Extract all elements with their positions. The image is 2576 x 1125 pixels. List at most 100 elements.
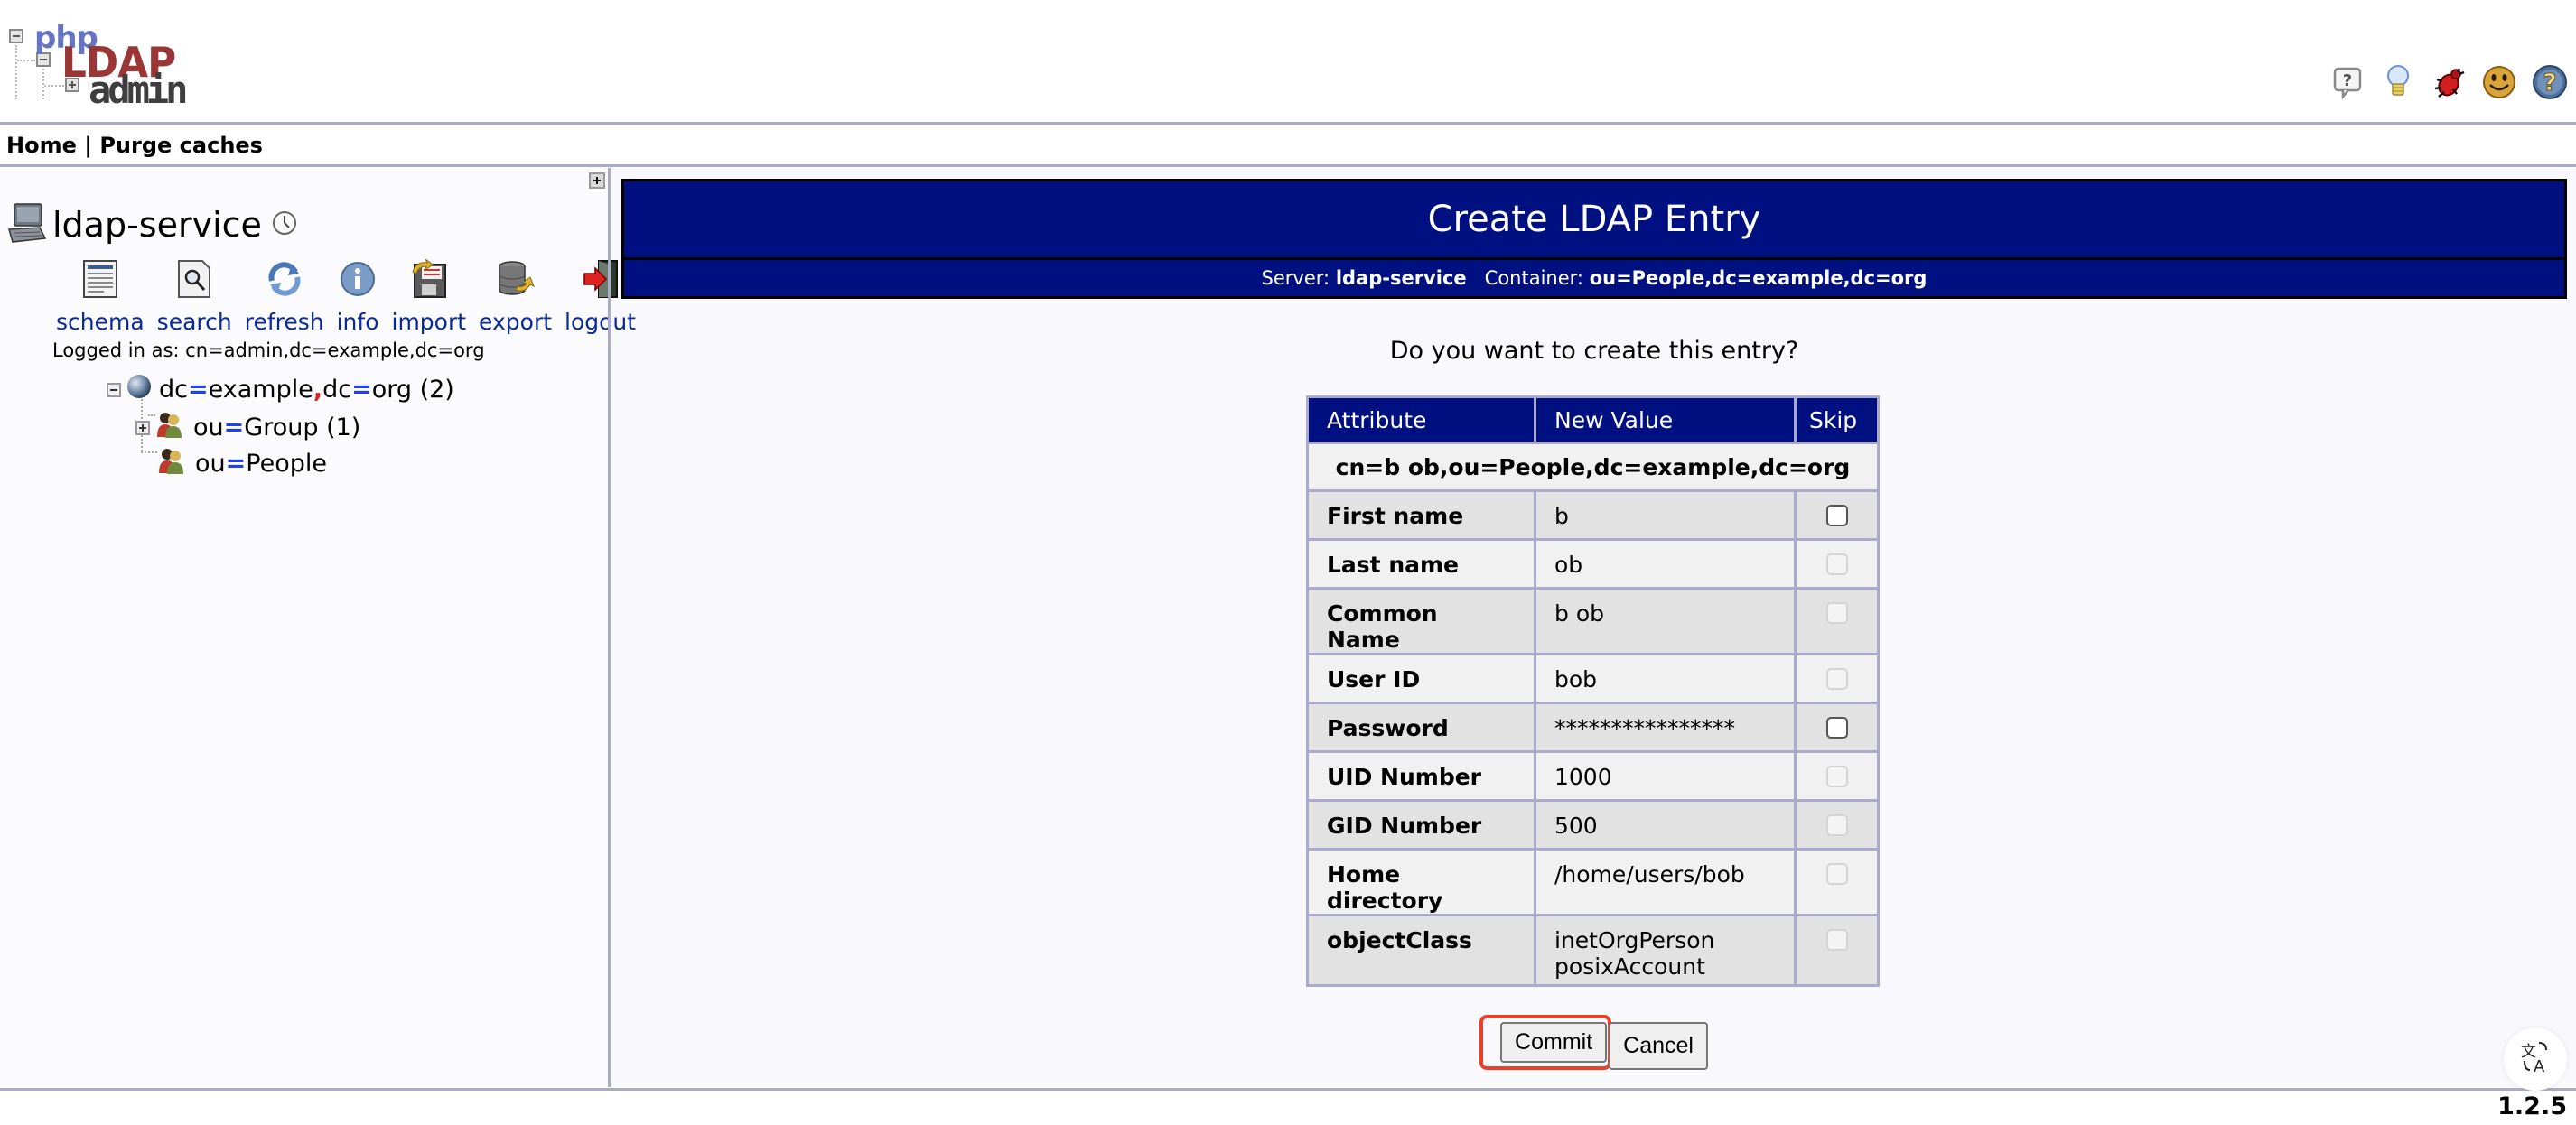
header-icon-bar: ? ? (2329, 63, 2569, 101)
commit-button[interactable]: Commit (1500, 1022, 1608, 1063)
schema-tool[interactable]: schema (56, 258, 145, 335)
skip-checkbox (1825, 553, 1848, 575)
tree-people-label: ou=People (195, 450, 327, 478)
attribute-row: UID Number 1000 (1306, 750, 1880, 802)
column-header-skip: Skip (1794, 395, 1880, 444)
skip-cell (1794, 587, 1880, 655)
attribute-row: Common Name b ob (1306, 587, 1880, 655)
home-link[interactable]: Home (6, 133, 77, 158)
attribute-name: User ID (1306, 653, 1536, 704)
skip-checkbox (1825, 766, 1848, 787)
bug-icon[interactable] (2430, 63, 2468, 101)
tree-item-ou-group[interactable]: ou=Group (1) (135, 410, 360, 445)
translate-button[interactable]: 文A (2504, 1027, 2567, 1091)
logout-label: logout (565, 309, 637, 335)
commit-highlight: Commit (1479, 1015, 1612, 1070)
collapse-toggle-icon[interactable] (107, 382, 121, 397)
lightbulb-icon[interactable] (2379, 63, 2417, 101)
skip-cell (1794, 702, 1880, 753)
smiley-icon[interactable] (2480, 63, 2518, 101)
header-divider (0, 122, 2576, 125)
skip-cell (1794, 914, 1880, 987)
column-header-attribute: Attribute (1306, 395, 1536, 444)
expand-sidebar-button[interactable] (589, 172, 605, 189)
attribute-name: GID Number (1306, 799, 1536, 851)
refresh-tool[interactable]: refresh (245, 258, 324, 335)
sidebar: ldap-service schema search refresh info … (0, 168, 636, 1087)
page-title: Create LDAP Entry (621, 179, 2567, 260)
svg-text:A: A (2534, 1057, 2545, 1075)
attribute-row: User ID bob (1306, 653, 1880, 704)
attribute-value-text: 1000 (1554, 764, 1612, 790)
info-icon (337, 258, 378, 300)
cancel-button[interactable]: Cancel (1609, 1022, 1708, 1070)
sidebar-divider[interactable] (608, 168, 611, 1087)
purge-caches-link[interactable]: Purge caches (99, 133, 263, 158)
skip-checkbox (1825, 668, 1848, 690)
attribute-name: Password (1306, 702, 1536, 753)
schema-icon (79, 258, 121, 300)
export-tool[interactable]: export (479, 258, 552, 335)
nav-separator: | (84, 133, 92, 158)
help-icon[interactable]: ? (2531, 63, 2569, 101)
attribute-row: Home directory/home/users/bob (1306, 848, 1880, 916)
skip-checkbox[interactable] (1825, 717, 1848, 739)
attribute-value-text: **************** (1554, 715, 1735, 741)
attribute-value: inetOrgPerson posixAccount (1534, 914, 1797, 987)
footer-divider (0, 1088, 2576, 1091)
import-icon (408, 258, 450, 300)
svg-text:?: ? (2543, 70, 2556, 97)
phpldapadmin-logo[interactable]: php LDAP admin (9, 18, 190, 112)
schema-label: schema (56, 309, 145, 335)
search-label: search (156, 309, 232, 335)
action-buttons: Commit Cancel (621, 1015, 2567, 1070)
group-icon (157, 446, 184, 481)
group-icon (155, 410, 182, 445)
skip-cell (1794, 489, 1880, 541)
skip-checkbox[interactable] (1825, 505, 1848, 526)
svg-text:?: ? (2343, 71, 2352, 90)
attribute-name: Home directory (1306, 848, 1536, 916)
tree-root-label: dc=example,dc=org (2) (159, 376, 454, 404)
import-tool[interactable]: import (392, 258, 466, 335)
tree-root-dc-example-org[interactable]: dc=example,dc=org (2) (107, 374, 454, 405)
confirm-question: Do you want to create this entry? (1389, 337, 1799, 365)
entry-attributes-table: Attribute New Value Skip cn=b ob,ou=Peop… (1306, 395, 1880, 987)
clock-icon[interactable] (271, 209, 298, 240)
help-bubble-icon[interactable]: ? (2329, 63, 2366, 101)
page-subtitle: Server: ldap-service Container: ou=Peopl… (621, 257, 2567, 299)
skip-cell (1794, 799, 1880, 851)
table-header-row: Attribute New Value Skip (1306, 395, 1880, 444)
skip-cell (1794, 653, 1880, 704)
export-icon (495, 258, 537, 300)
attribute-name: objectClass (1306, 914, 1536, 987)
nav-divider (0, 164, 2576, 167)
logo-collapse-box-icon (9, 29, 23, 43)
attribute-value: b (1534, 489, 1797, 541)
app-header: php LDAP admin ? ? (0, 0, 2576, 122)
attribute-row: Password **************** (1306, 702, 1880, 753)
refresh-icon (264, 258, 305, 300)
search-icon (173, 258, 215, 300)
server-value: ldap-service (1335, 267, 1467, 289)
attribute-value: **************** (1534, 702, 1797, 753)
server-header: ldap-service (7, 202, 298, 247)
attribute-name: Common Name (1306, 587, 1536, 655)
attribute-value: b ob (1534, 587, 1797, 655)
skip-checkbox (1825, 929, 1848, 951)
skip-checkbox (1825, 602, 1848, 624)
translate-icon: 文A (2517, 1039, 2553, 1079)
info-label: info (336, 309, 379, 335)
column-header-new-value: New Value (1534, 395, 1797, 444)
attribute-value: /home/users/bob (1534, 848, 1797, 916)
skip-cell (1794, 538, 1880, 590)
server-name[interactable]: ldap-service (52, 205, 262, 245)
tree-item-ou-people[interactable]: ou=People (157, 446, 327, 481)
logout-icon (580, 258, 621, 300)
main-area: ldap-service schema search refresh info … (0, 168, 2576, 1087)
info-tool[interactable]: info (337, 258, 379, 335)
search-tool[interactable]: search (157, 258, 232, 335)
skip-checkbox (1825, 814, 1848, 836)
attribute-value-text: ob (1554, 552, 1583, 578)
expand-toggle-icon[interactable] (135, 420, 150, 435)
